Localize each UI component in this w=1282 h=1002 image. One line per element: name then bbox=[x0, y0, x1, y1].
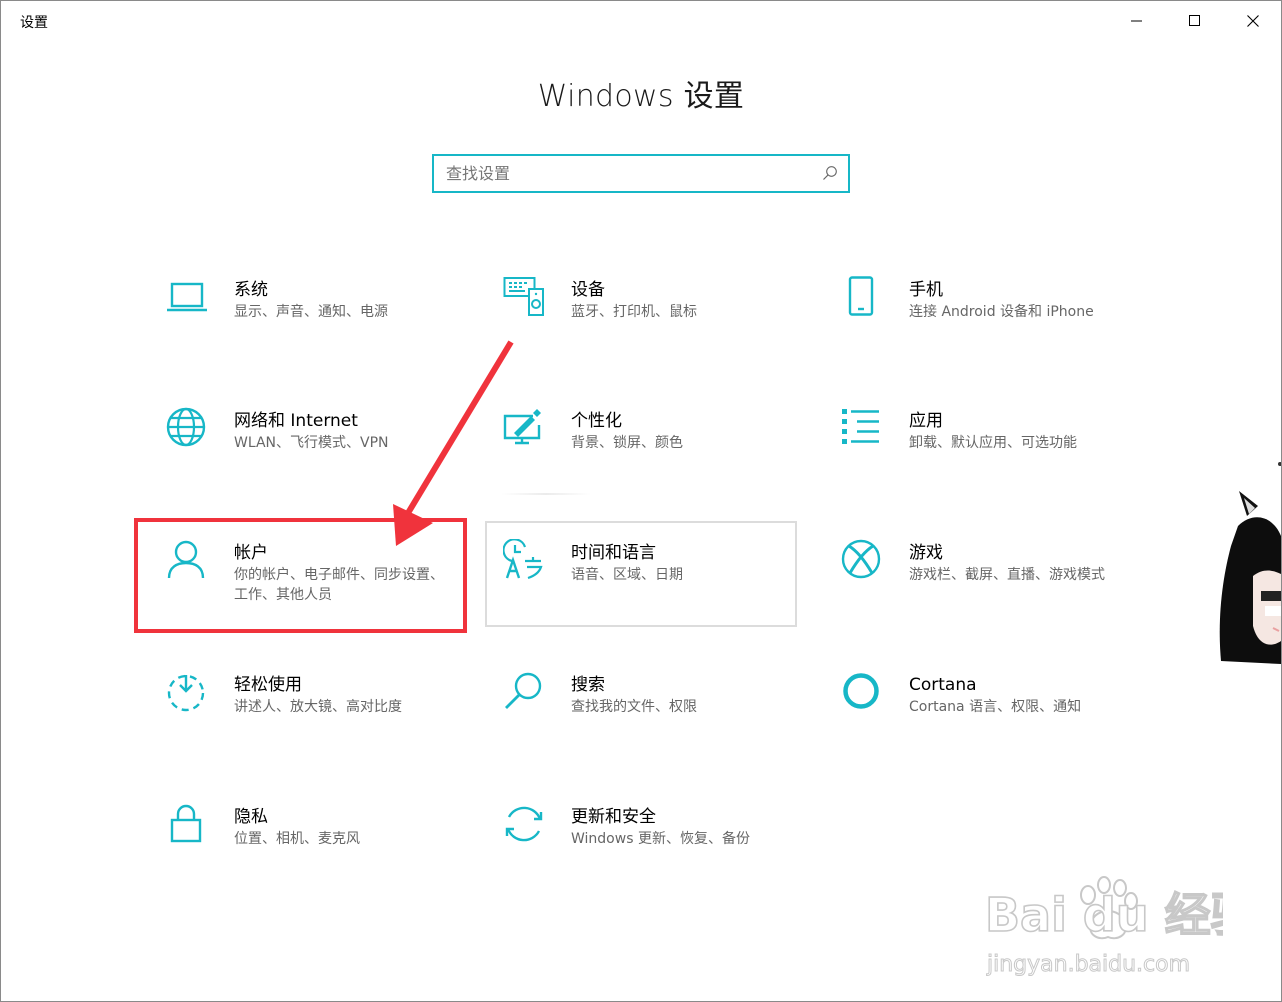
baidu-watermark-logo: Bai du 经验 jingyan.baidu.com bbox=[984, 876, 1223, 978]
annotation-arrow bbox=[393, 340, 514, 546]
anime-sticker-image bbox=[1219, 462, 1281, 664]
settings-window: 设置 Windows 设置 系统 显示、声音、通知、电源 设备 bbox=[0, 0, 1282, 1002]
svg-text:Bai du 经验: Bai du 经验 bbox=[985, 888, 1223, 942]
svg-text:jingyan.baidu.com: jingyan.baidu.com bbox=[986, 952, 1190, 977]
